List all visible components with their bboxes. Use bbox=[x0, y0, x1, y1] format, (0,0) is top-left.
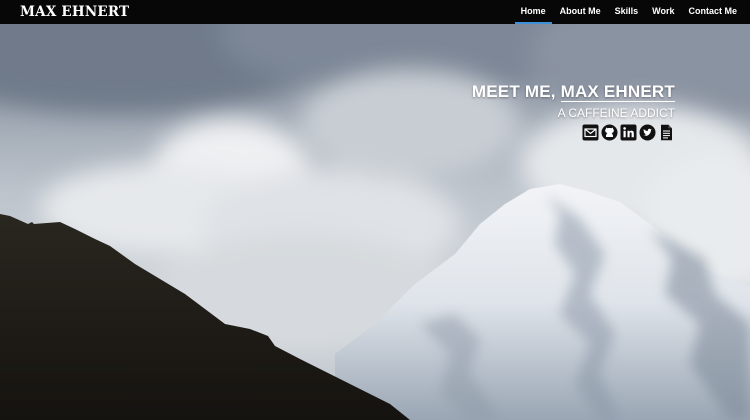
intro-block: MEET ME, MAX EHNERT A CAFFEINE ADDICT bbox=[472, 82, 675, 141]
nav-item-about-me[interactable]: About Me bbox=[553, 0, 608, 24]
navbar: MAX EHNERT Home About Me Skills Work Con… bbox=[0, 0, 750, 24]
twitter-icon[interactable] bbox=[639, 124, 656, 141]
intro-subtitle: A CAFFEINE ADDICT bbox=[557, 106, 675, 120]
intro-name-link[interactable]: MAX EHNERT bbox=[560, 83, 675, 102]
nav-item-contact-me[interactable]: Contact Me bbox=[681, 0, 744, 24]
brand-logo-text[interactable]: MAX EHNERT bbox=[20, 3, 129, 21]
nav-item-work[interactable]: Work bbox=[645, 0, 681, 24]
nav-menu: Home About Me Skills Work Contact Me bbox=[514, 0, 744, 24]
social-links bbox=[472, 124, 675, 141]
nav-item-home[interactable]: Home bbox=[514, 0, 553, 24]
intro-title-prefix: MEET ME, bbox=[471, 82, 561, 101]
resume-document-icon[interactable] bbox=[658, 124, 675, 141]
linkedin-icon[interactable] bbox=[620, 124, 637, 141]
email-icon[interactable] bbox=[582, 124, 599, 141]
intro-title: MEET ME, MAX EHNERT bbox=[472, 82, 675, 102]
nav-item-skills[interactable]: Skills bbox=[608, 0, 646, 24]
hero-section: MEET ME, MAX EHNERT A CAFFEINE ADDICT bbox=[0, 24, 750, 420]
github-icon[interactable] bbox=[601, 124, 618, 141]
